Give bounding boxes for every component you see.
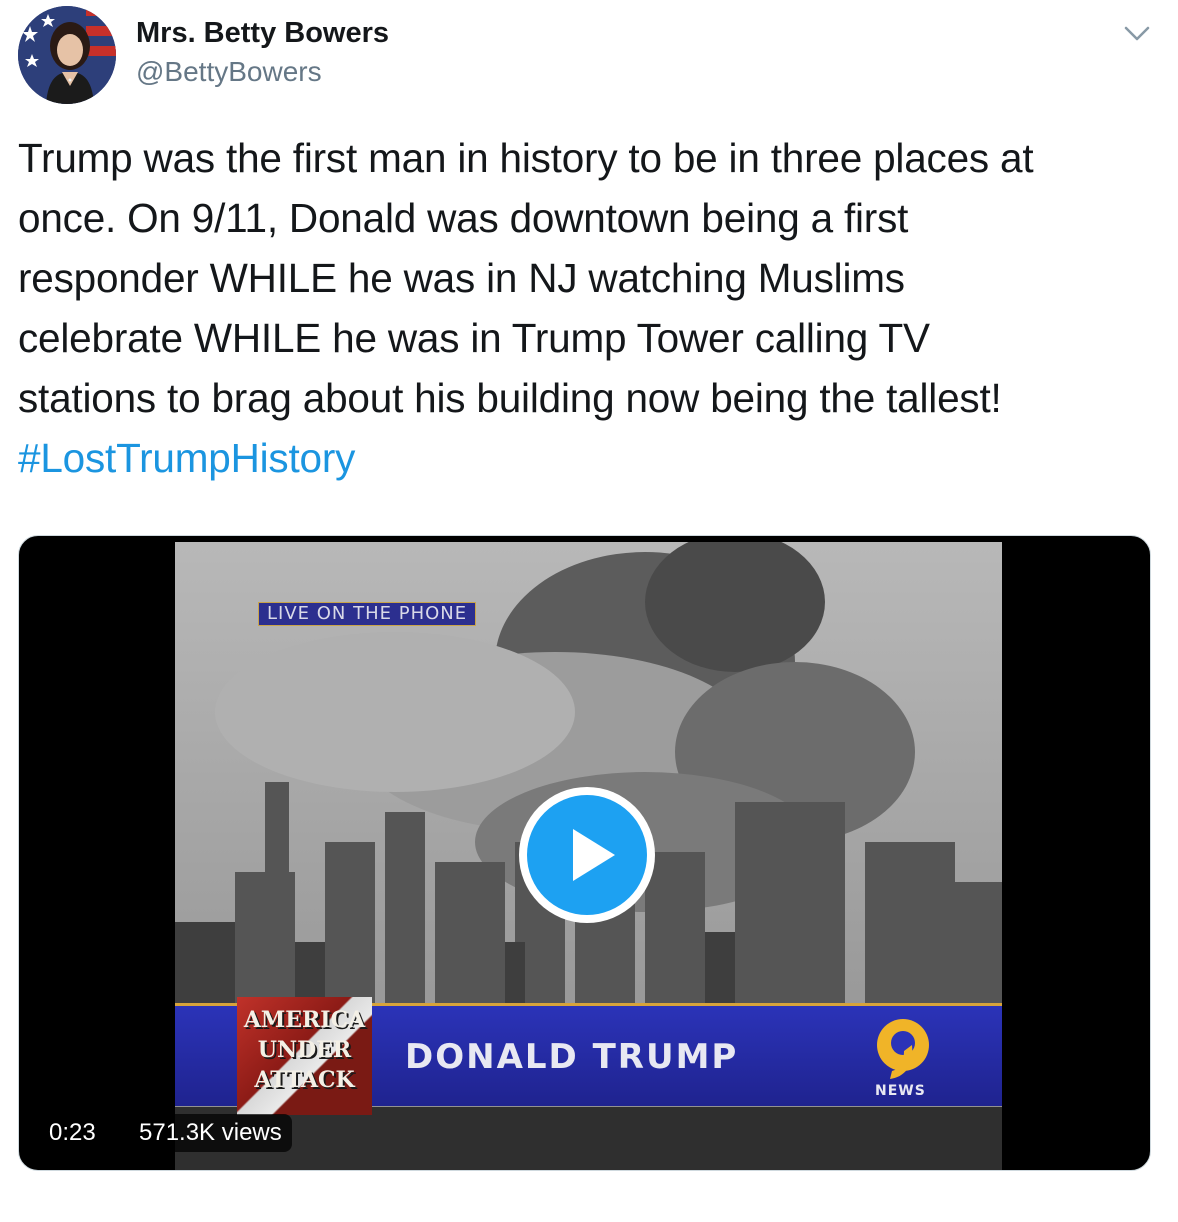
avatar[interactable] bbox=[18, 6, 116, 104]
play-button[interactable] bbox=[519, 787, 655, 923]
hashtag-link[interactable]: #LostTrumpHistory bbox=[18, 428, 1158, 488]
america-under-attack-badge: AMERICA UNDER ATTACK bbox=[237, 997, 372, 1115]
tweet-text-line: once. On 9/11, Donald was downtown being… bbox=[18, 195, 909, 241]
badge-line: ATTACK bbox=[254, 1067, 355, 1093]
tweet-text-line: responder WHILE he was in NJ watching Mu… bbox=[18, 255, 905, 301]
tweet-text-line: Trump was the first man in history to be… bbox=[18, 135, 1034, 181]
video-duration: 0:23 bbox=[39, 1114, 106, 1152]
author-handle[interactable]: @BettyBowers bbox=[136, 56, 322, 88]
video-player[interactable]: LIVE ON THE PHONE AMERICA UNDER ATTACK D… bbox=[18, 535, 1151, 1171]
chevron-down-icon[interactable] bbox=[1122, 20, 1152, 46]
play-icon bbox=[573, 829, 615, 881]
tweet-text: Trump was the first man in history to be… bbox=[18, 128, 1158, 488]
live-on-the-phone-label: LIVE ON THE PHONE bbox=[258, 602, 477, 626]
lower-third-name: DONALD TRUMP bbox=[405, 1037, 739, 1077]
tweet-text-line: stations to brag about his building now … bbox=[18, 375, 1002, 421]
news-lower-third: AMERICA UNDER ATTACK DONALD TRUMP NEWS bbox=[175, 997, 1002, 1115]
avatar-image bbox=[18, 6, 116, 104]
tweet-text-line: celebrate WHILE he was in Trump Tower ca… bbox=[18, 315, 930, 361]
author-display-name[interactable]: Mrs. Betty Bowers bbox=[136, 17, 389, 50]
badge-line: UNDER bbox=[257, 1037, 352, 1063]
channel-news-label: NEWS bbox=[875, 1083, 926, 1099]
video-view-count: 571.3K views bbox=[129, 1114, 292, 1152]
badge-line: AMERICA bbox=[243, 1007, 366, 1033]
